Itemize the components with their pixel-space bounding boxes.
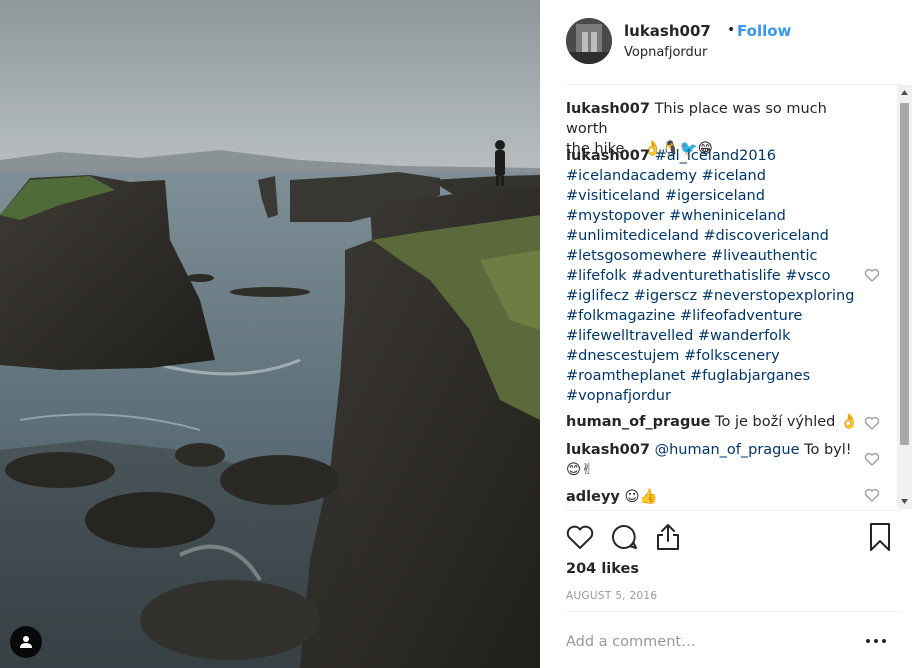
post-actions: 204 likes AUGUST 5, 2016 [566,510,902,605]
user-tag-icon [20,636,32,648]
add-comment-input[interactable] [566,624,846,660]
hashtag-line[interactable]: #folkmagazine #lifeofadventure [566,308,802,324]
comments-list: lukash007 This place was so much worth t… [566,95,902,508]
hashtag-line[interactable]: #mystopover #wheniniceland [566,208,786,224]
user-tag-button[interactable] [10,626,42,658]
scroll-up-arrow-icon [901,90,908,95]
scroll-up-button[interactable] [897,85,912,100]
hashtag-line[interactable]: #vopnafjordur [566,388,671,404]
avatar[interactable] [566,18,612,64]
comment-text: ☺👍 [624,489,658,505]
comment-emoji: 😊✌ [566,462,594,478]
comment-username[interactable]: adleyy [566,489,620,505]
post-username[interactable]: lukash007 [624,22,711,40]
heart-icon[interactable] [564,521,596,553]
comment-mention[interactable]: @human_of_prague [655,442,800,458]
comment-like-heart-icon[interactable] [864,487,880,503]
comment-like-heart-icon[interactable] [864,451,880,467]
comment: adleyy ☺👍 [566,487,866,507]
comment-username[interactable]: human_of_prague [566,414,710,430]
photo-landscape-image [0,0,540,668]
post-location[interactable]: Vopnafjordur [624,45,707,60]
comment-username[interactable]: lukash007 [566,442,650,458]
comments-scrollbar[interactable] [897,85,912,509]
hashtag-line[interactable]: #dnescestujem #folkscenery [566,348,780,364]
likes-count[interactable]: 204 likes [566,561,639,577]
hashtag-line[interactable]: #letsgosomewhere #liveauthentic [566,248,817,264]
post-detail-panel: lukash007 • Follow Vopnafjordur lukash00… [540,0,912,668]
comment: lukash007 @human_of_prague To byl! 😊✌ [566,440,866,480]
hashtag-line[interactable]: #unlimitediceland #discovericeland [566,228,829,244]
hashtag-line[interactable]: #al_iceland2016 [655,148,776,164]
more-icon[interactable] [864,632,888,650]
avatar-image [566,18,612,64]
share-icon[interactable] [652,521,684,553]
comment: human_of_prague To je boží výhled 👌 [566,412,866,432]
comment-like-heart-icon[interactable] [864,267,880,283]
hashtag-line[interactable]: #roamtheplanet #fuglabjarganes [566,368,810,384]
post-date[interactable]: AUGUST 5, 2016 [566,590,657,602]
hashtag-comment: lukash007 #al_iceland2016 #icelandacadem… [566,146,866,406]
hashtag-line[interactable]: #visiticeland #igersiceland [566,188,765,204]
hashtag-line[interactable]: #icelandacademy #iceland [566,168,766,184]
comment-icon[interactable] [608,521,640,553]
bookmark-icon[interactable] [864,521,896,553]
comment-username[interactable]: lukash007 [566,101,650,117]
hashtag-line[interactable]: #lifefolk #adventurethatislife #vsco [566,268,830,284]
hashtag-line[interactable]: #iglifecz #igerscz #neverstopexploring [566,288,854,304]
hashtag-line[interactable]: #lifewelltravelled #wanderfolk [566,328,790,344]
scroll-thumb[interactable] [900,103,909,445]
comment-username[interactable]: lukash007 [566,148,650,164]
comment-text: To byl! [799,442,852,458]
comment-like-heart-icon[interactable] [864,415,880,431]
post-photo[interactable] [0,0,540,668]
scroll-down-button[interactable] [897,494,912,509]
comment-text: To je boží výhled 👌 [715,414,859,430]
separator-dot: • [727,22,736,38]
post-header: lukash007 • Follow Vopnafjordur [566,0,902,85]
add-comment-bar [566,611,902,668]
scroll-down-arrow-icon [901,499,908,504]
follow-button[interactable]: Follow [737,22,791,40]
